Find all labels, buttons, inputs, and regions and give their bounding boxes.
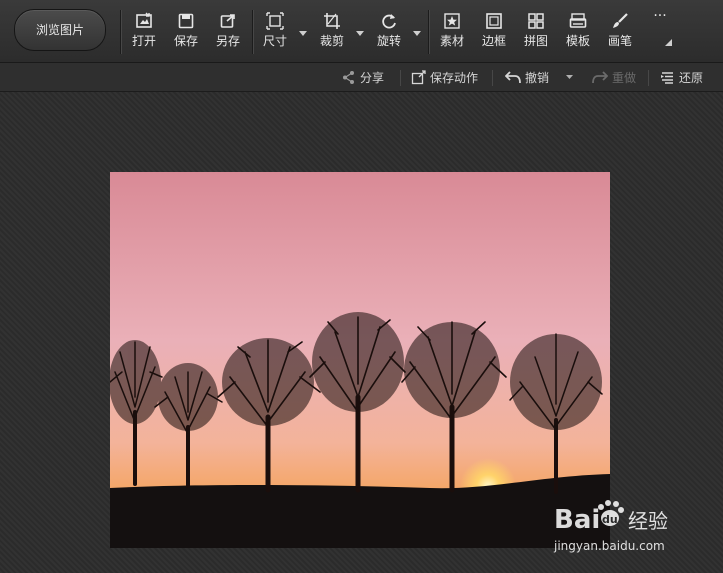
template-button[interactable]: 模板 bbox=[560, 10, 596, 56]
crop-icon bbox=[324, 13, 340, 29]
star-material-icon bbox=[444, 13, 460, 29]
open-button[interactable]: 打开 bbox=[126, 10, 162, 56]
undo-button[interactable]: 撤销 bbox=[505, 68, 549, 86]
toolbar-separator bbox=[252, 10, 253, 54]
open-label: 打开 bbox=[131, 34, 156, 48]
logo-suffix-text: 经验 bbox=[628, 509, 668, 533]
restore-icon bbox=[661, 71, 673, 84]
save-action-label: 保存动作 bbox=[430, 70, 479, 85]
toolbar-separator bbox=[120, 10, 121, 54]
template-label: 模板 bbox=[565, 34, 590, 48]
share-icon bbox=[343, 70, 354, 84]
undo-icon bbox=[505, 70, 521, 83]
undo-dropdown-caret-icon[interactable] bbox=[565, 73, 574, 81]
resize-dropdown-caret-icon[interactable] bbox=[298, 28, 308, 38]
save-as-label: 另存 bbox=[215, 34, 240, 48]
rotate-icon bbox=[382, 14, 396, 29]
watermark-url: jingyan.baidu.com bbox=[553, 539, 665, 553]
save-icon bbox=[178, 13, 194, 29]
action-separator bbox=[648, 70, 649, 86]
collage-button[interactable]: 拼图 bbox=[518, 10, 554, 56]
logo-brand-text: Bai bbox=[554, 505, 600, 535]
photo-preview[interactable] bbox=[110, 172, 610, 548]
restore-button[interactable]: 还原 bbox=[660, 68, 703, 86]
baidu-jingyan-watermark: Bai du 经验 jingyan.baidu.com bbox=[550, 496, 720, 556]
save-action-button[interactable]: 保存动作 bbox=[411, 68, 478, 86]
resize-button[interactable]: 尺寸 bbox=[257, 10, 293, 56]
rotate-button[interactable]: 旋转 bbox=[371, 10, 407, 56]
crop-dropdown-caret-icon[interactable] bbox=[355, 28, 365, 38]
brush-button[interactable]: 画笔 bbox=[602, 10, 638, 56]
redo-icon bbox=[592, 70, 608, 83]
save-button[interactable]: 保存 bbox=[168, 10, 204, 56]
save-action-icon bbox=[411, 69, 426, 84]
resize-label: 尺寸 bbox=[262, 34, 287, 48]
material-button[interactable]: 素材 bbox=[434, 10, 470, 56]
browse-images-button[interactable]: 浏览图片 bbox=[14, 9, 106, 51]
frame-icon bbox=[486, 13, 502, 29]
logo-brand2-text: du bbox=[602, 513, 618, 526]
brush-icon bbox=[613, 13, 628, 28]
open-icon bbox=[136, 12, 152, 28]
restore-label: 还原 bbox=[679, 70, 704, 85]
baidu-logo: Bai du 经验 jingyan.baidu.com bbox=[553, 500, 668, 553]
frame-button[interactable]: 边框 bbox=[476, 10, 512, 56]
save-label: 保存 bbox=[173, 34, 198, 48]
material-label: 素材 bbox=[439, 34, 464, 48]
sunset-trees-image bbox=[110, 172, 610, 548]
action-separator bbox=[400, 70, 401, 86]
collage-label: 拼图 bbox=[523, 34, 548, 48]
resize-icon bbox=[266, 12, 284, 30]
action-separator bbox=[492, 70, 493, 86]
redo-button[interactable]: 重做 bbox=[592, 68, 636, 86]
share-button[interactable]: 分享 bbox=[341, 68, 384, 86]
more-tools-corner-icon[interactable] bbox=[664, 38, 673, 47]
save-as-icon bbox=[220, 14, 235, 28]
rotate-dropdown-caret-icon[interactable] bbox=[412, 28, 422, 38]
save-as-button[interactable]: 另存 bbox=[210, 10, 246, 56]
action-bar: 分享 保存动作 撤销 重做 还原 bbox=[0, 63, 723, 92]
redo-label: 重做 bbox=[612, 70, 637, 85]
crop-button[interactable]: 裁剪 bbox=[314, 10, 350, 56]
main-toolbar: 浏览图片 打开 保存 另存 尺寸 裁剪 旋转 素材 边框 拼图 模板 画笔 ··… bbox=[0, 0, 723, 63]
rotate-label: 旋转 bbox=[376, 34, 401, 48]
brush-label: 画笔 bbox=[607, 34, 632, 48]
crop-label: 裁剪 bbox=[319, 34, 344, 48]
toolbar-separator bbox=[428, 10, 429, 54]
template-icon bbox=[569, 13, 587, 28]
collage-icon bbox=[528, 13, 544, 29]
more-tools-button[interactable]: ··· bbox=[650, 8, 670, 24]
frame-label: 边框 bbox=[481, 34, 506, 48]
undo-label: 撤销 bbox=[525, 70, 550, 85]
share-label: 分享 bbox=[360, 70, 385, 85]
